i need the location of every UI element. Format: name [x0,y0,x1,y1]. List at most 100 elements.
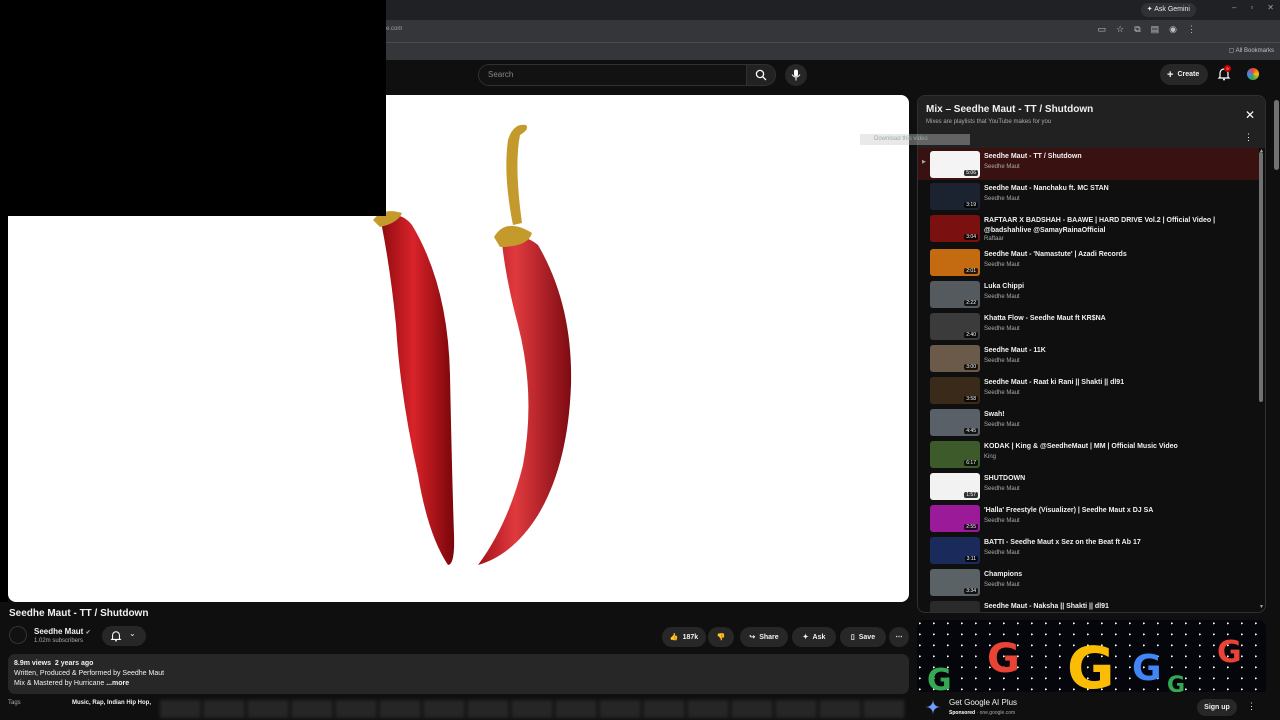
more-actions-button[interactable]: ⋯ [889,627,909,647]
minimize-button[interactable]: – [1232,3,1236,12]
playlist-thumbnail[interactable]: 2:01 [930,249,980,276]
playlist-item-title[interactable]: RAFTAAR X BADSHAH - BAAWE | HARD DRIVE V… [984,216,1254,236]
like-count: 187k [682,633,699,641]
channel-avatar[interactable] [9,626,27,644]
share-button[interactable]: ↪ Share [740,627,788,647]
playlist-item-title[interactable]: Champions [984,570,1254,580]
sidebar-icon[interactable]: ▤ [1151,24,1160,35]
playlist-item[interactable]: 3:00 Seedhe Maut - 11K Seedhe Maut [918,342,1259,374]
playlist-item-title[interactable]: KODAK | King & @SeedheMaut | MM | Offici… [984,442,1254,452]
playlist-item[interactable]: 3:11 BATTI - Seedhe Maut x Sez on the Bea… [918,534,1259,566]
more-link[interactable]: ...more [106,680,129,687]
scroll-down-icon[interactable]: ▼ [1259,604,1264,610]
playlist-item-title[interactable]: Swah! [984,410,1254,420]
notifications-button[interactable]: 9 [1217,65,1233,83]
playlist-thumbnail[interactable]: 3:11 [930,537,980,564]
address-url[interactable]: e.com [386,26,402,32]
close-icon[interactable]: ✕ [1245,108,1255,122]
playlist-thumbnail[interactable]: 2:22 [930,281,980,308]
playlist-item-channel: Seedhe Maut [984,486,1020,492]
account-avatar[interactable] [1245,66,1261,82]
tags-row: Tags Music, Rap, Indian Hip Hop, [8,698,909,720]
search-button[interactable] [746,64,776,86]
cast-icon[interactable]: ▭ [1098,24,1107,35]
playlist-thumbnail[interactable]: 2:40 [930,313,980,340]
playlist-thumbnail[interactable]: 3:34 [930,569,980,596]
voice-search-button[interactable] [785,64,807,86]
playlist-thumbnail[interactable]: 3:19 [930,183,980,210]
ask-gemini-button[interactable]: ✦ Ask Gemini [1140,3,1196,17]
save-button[interactable]: ▯ Save [840,627,886,647]
playlist-item-title[interactable]: Seedhe Maut - 'Namastute' | Azadi Record… [984,250,1254,260]
playlist-scrollbar[interactable] [1259,152,1263,402]
all-bookmarks-button[interactable]: ▢ All Bookmarks [1229,47,1274,54]
like-button[interactable]: 👍 187k [662,627,706,647]
gemini-sparkle-icon [925,699,941,715]
playlist-item-title[interactable]: Seedhe Maut - TT / Shutdown [984,152,1254,162]
playlist-item[interactable]: 2:40 Khatta Flow - Seedhe Maut ft KR$NA Se… [918,310,1259,342]
playlist-item[interactable]: 3:58 Seedhe Maut - Raat ki Rani || Shakti… [918,374,1259,406]
playlist-thumbnail[interactable]: 5:06 [930,151,980,178]
playlist-thumbnail[interactable]: 6:17 [930,441,980,468]
playlist-menu-icon[interactable]: ⋮ [1244,132,1253,143]
playlist-item-title[interactable]: Khatta Flow - Seedhe Maut ft KR$NA [984,314,1254,324]
playlist-item-title[interactable]: Seedhe Maut - Nanchaku ft. MC STAN [984,184,1254,194]
browser-menu-icon[interactable]: ⋮ [1187,24,1196,35]
now-playing-icon: ▶ [922,159,926,165]
playlist-thumbnail[interactable]: 3:58 [930,377,980,404]
playlist-item[interactable]: 3:04 RAFTAAR X BADSHAH - BAAWE | HARD DRI… [918,212,1259,246]
playlist-item[interactable]: Seedhe Maut - Naksha || Shakti || dl91Se… [918,598,1259,612]
playlist-item-channel: Seedhe Maut [984,358,1020,364]
playlist-item-title[interactable]: SHUTDOWN [984,474,1254,484]
upload-age: 2 years ago [54,660,94,667]
playlist-thumbnail[interactable] [930,601,980,612]
playlist-item-title[interactable]: 'Halla' Freestyle (Visualizer) | Seedhe … [984,506,1254,516]
ask-gemini-label: Ask Gemini [1154,6,1190,13]
playlist-item[interactable]: 6:17 KODAK | King & @SeedheMaut | MM | Of… [918,438,1259,470]
subscribed-bell-button[interactable]: ⌄ [102,626,146,646]
playlist-item[interactable]: 2:55 'Halla' Freestyle (Visualizer) | See… [918,502,1259,534]
profile-icon[interactable]: ◉ [1169,24,1177,35]
download-video-badge[interactable]: Download this video [860,134,970,145]
playlist-item[interactable]: ▶ 5:06 Seedhe Maut - TT / Shutdown Seedhe M… [918,148,1259,180]
playlist-item-title[interactable]: Luka Chippi [984,282,1254,292]
ad-title[interactable]: Get Google AI Plus [949,698,1017,707]
bookmark-star-icon[interactable]: ☆ [1116,24,1124,35]
ad-menu-icon[interactable]: ⋮ [1247,701,1256,712]
playlist-item[interactable]: 4:45 Swah! Seedhe Maut [918,406,1259,438]
playlist-thumbnail[interactable]: 2:55 [930,505,980,532]
subscriber-count: 1.02m subscribers [34,638,84,644]
playlist-item-title[interactable]: Seedhe Maut - Naksha || Shakti || dl91 [984,602,1254,612]
playlist-thumbnail[interactable]: 3:00 [930,345,980,372]
page-scrollbar[interactable] [1274,100,1279,170]
all-bookmarks-label: All Bookmarks [1235,48,1274,54]
mic-icon [791,69,801,81]
playlist-item[interactable]: 3:19 Seedhe Maut - Nanchaku ft. MC STAN Se… [918,180,1259,212]
playlist-item-title[interactable]: Seedhe Maut - 11K [984,346,1254,356]
playlist-item[interactable]: 2:22 Luka Chippi Seedhe Maut [918,278,1259,310]
ad-banner[interactable]: G G G G G G [917,620,1266,702]
more-icon: ⋯ [895,634,903,641]
description-box[interactable]: 8.9m views 2 years ago Written, Produced… [8,654,909,694]
search-input[interactable]: Search [478,64,746,86]
ad-signup-button[interactable]: Sign up [1197,699,1237,716]
playlist-thumbnail[interactable]: 1:57 [930,473,980,500]
channel-name[interactable]: Seedhe Maut ✔ [34,627,91,636]
maximize-button[interactable]: ▫ [1250,3,1253,12]
playlist-item[interactable]: 2:01 Seedhe Maut - 'Namastute' | Azadi Re… [918,246,1259,278]
duration-badge: 3:00 [964,364,978,370]
playlist-item[interactable]: 1:57 SHUTDOWN Seedhe Maut [918,470,1259,502]
extensions-icon[interactable]: ⧉ [1134,24,1140,35]
playlist-item-channel: Seedhe Maut [984,390,1020,396]
playlist-thumbnail[interactable]: 3:04 [930,215,980,242]
dislike-button[interactable]: 👎 [708,627,734,647]
close-window-button[interactable]: ✕ [1267,3,1274,12]
playlist-item[interactable]: 3:34 Champions Seedhe Maut [918,566,1259,598]
playlist-item-title[interactable]: Seedhe Maut - Raat ki Rani || Shakti || … [984,378,1254,388]
ask-button[interactable]: ✦ Ask [792,627,836,647]
playlist-item-title[interactable]: BATTI - Seedhe Maut x Sez on the Beat ft… [984,538,1254,548]
create-button[interactable]: + Create [1160,64,1209,85]
playlist-title[interactable]: Mix – Seedhe Maut - TT / Shutdown [926,104,1093,115]
playlist-thumbnail[interactable]: 4:45 [930,409,980,436]
plus-icon: + [1167,68,1174,81]
